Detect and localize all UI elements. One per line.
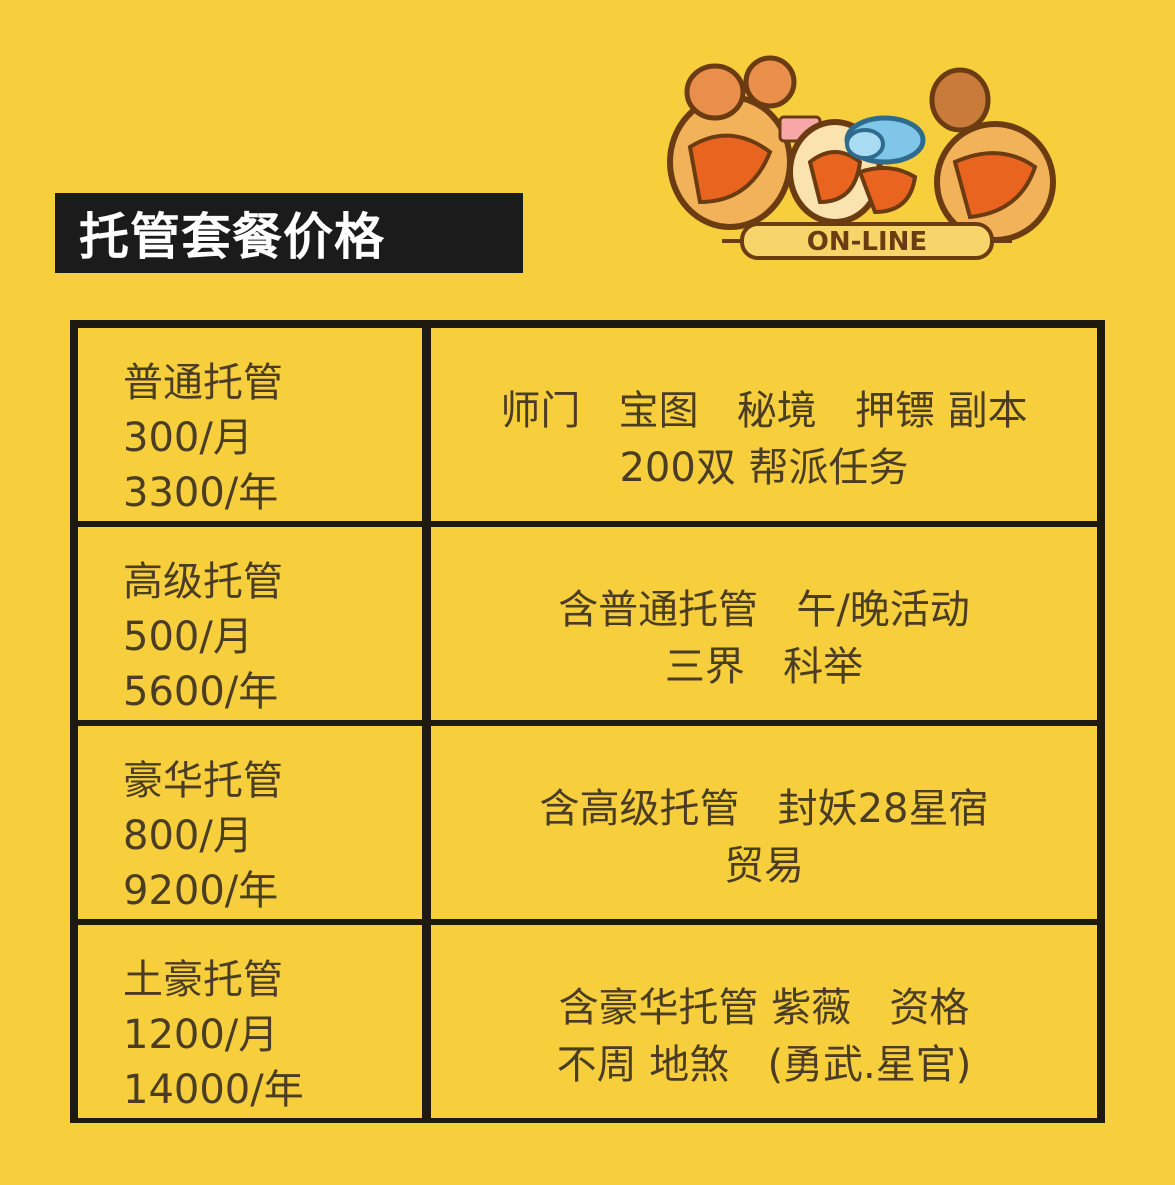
plan-description-line: 三界 科举 <box>664 644 864 690</box>
plan-description-line: 不周 地煞 (勇武.星官) <box>556 1042 972 1088</box>
plan-price-cell: 高级托管 500/月 5600/年 <box>75 524 425 723</box>
plan-name: 土豪托管 <box>123 957 283 1003</box>
page-title: 托管套餐价格 <box>79 208 385 266</box>
title-banner: 托管套餐价格 <box>55 193 523 273</box>
plan-description-line: 含普通托管 午/晚活动 <box>558 587 970 633</box>
plan-description-cell: 含普通托管 午/晚活动 三界 科举 <box>425 524 1100 723</box>
plan-description-cell: 含豪华托管 紫薇 资格 不周 地煞 (勇武.星官) <box>425 922 1100 1121</box>
logo-text: ON-LINE <box>807 227 927 257</box>
plan-monthly-price: 500/月 <box>123 614 253 660</box>
plan-monthly-price: 1200/月 <box>123 1012 279 1058</box>
game-logo: ON-LINE <box>667 55 1056 260</box>
plan-description-line: 含豪华托管 紫薇 资格 <box>558 985 970 1031</box>
plan-name: 高级托管 <box>123 559 283 605</box>
plan-description-cell: 含高级托管 封妖28星宿 贸易 <box>425 723 1100 922</box>
plan-description-cell: 师门 宝图 秘境 押镖 副本 200双 帮派任务 <box>425 325 1100 524</box>
plan-price-cell: 土豪托管 1200/月 14000/年 <box>75 922 425 1121</box>
plan-monthly-price: 800/月 <box>123 813 253 859</box>
plan-name: 豪华托管 <box>123 758 283 804</box>
plan-yearly-price: 14000/年 <box>123 1067 304 1113</box>
plan-price-cell: 普通托管 300/月 3300/年 <box>75 325 425 524</box>
price-table: 普通托管 300/月 3300/年 师门 宝图 秘境 押镖 副本 200双 帮派… <box>70 320 1105 1123</box>
plan-description-line: 200双 帮派任务 <box>619 445 909 491</box>
plan-monthly-price: 300/月 <box>123 415 253 461</box>
plan-yearly-price: 3300/年 <box>123 470 279 516</box>
plan-description-line: 师门 宝图 秘境 押镖 副本 <box>500 388 1028 434</box>
plan-description-line: 贸易 <box>724 843 804 889</box>
plan-yearly-price: 9200/年 <box>123 868 279 914</box>
plan-name: 普通托管 <box>123 360 283 406</box>
plan-yearly-price: 5600/年 <box>123 669 279 715</box>
plan-description-line: 含高级托管 封妖28星宿 <box>539 786 989 832</box>
plan-price-cell: 豪华托管 800/月 9200/年 <box>75 723 425 922</box>
